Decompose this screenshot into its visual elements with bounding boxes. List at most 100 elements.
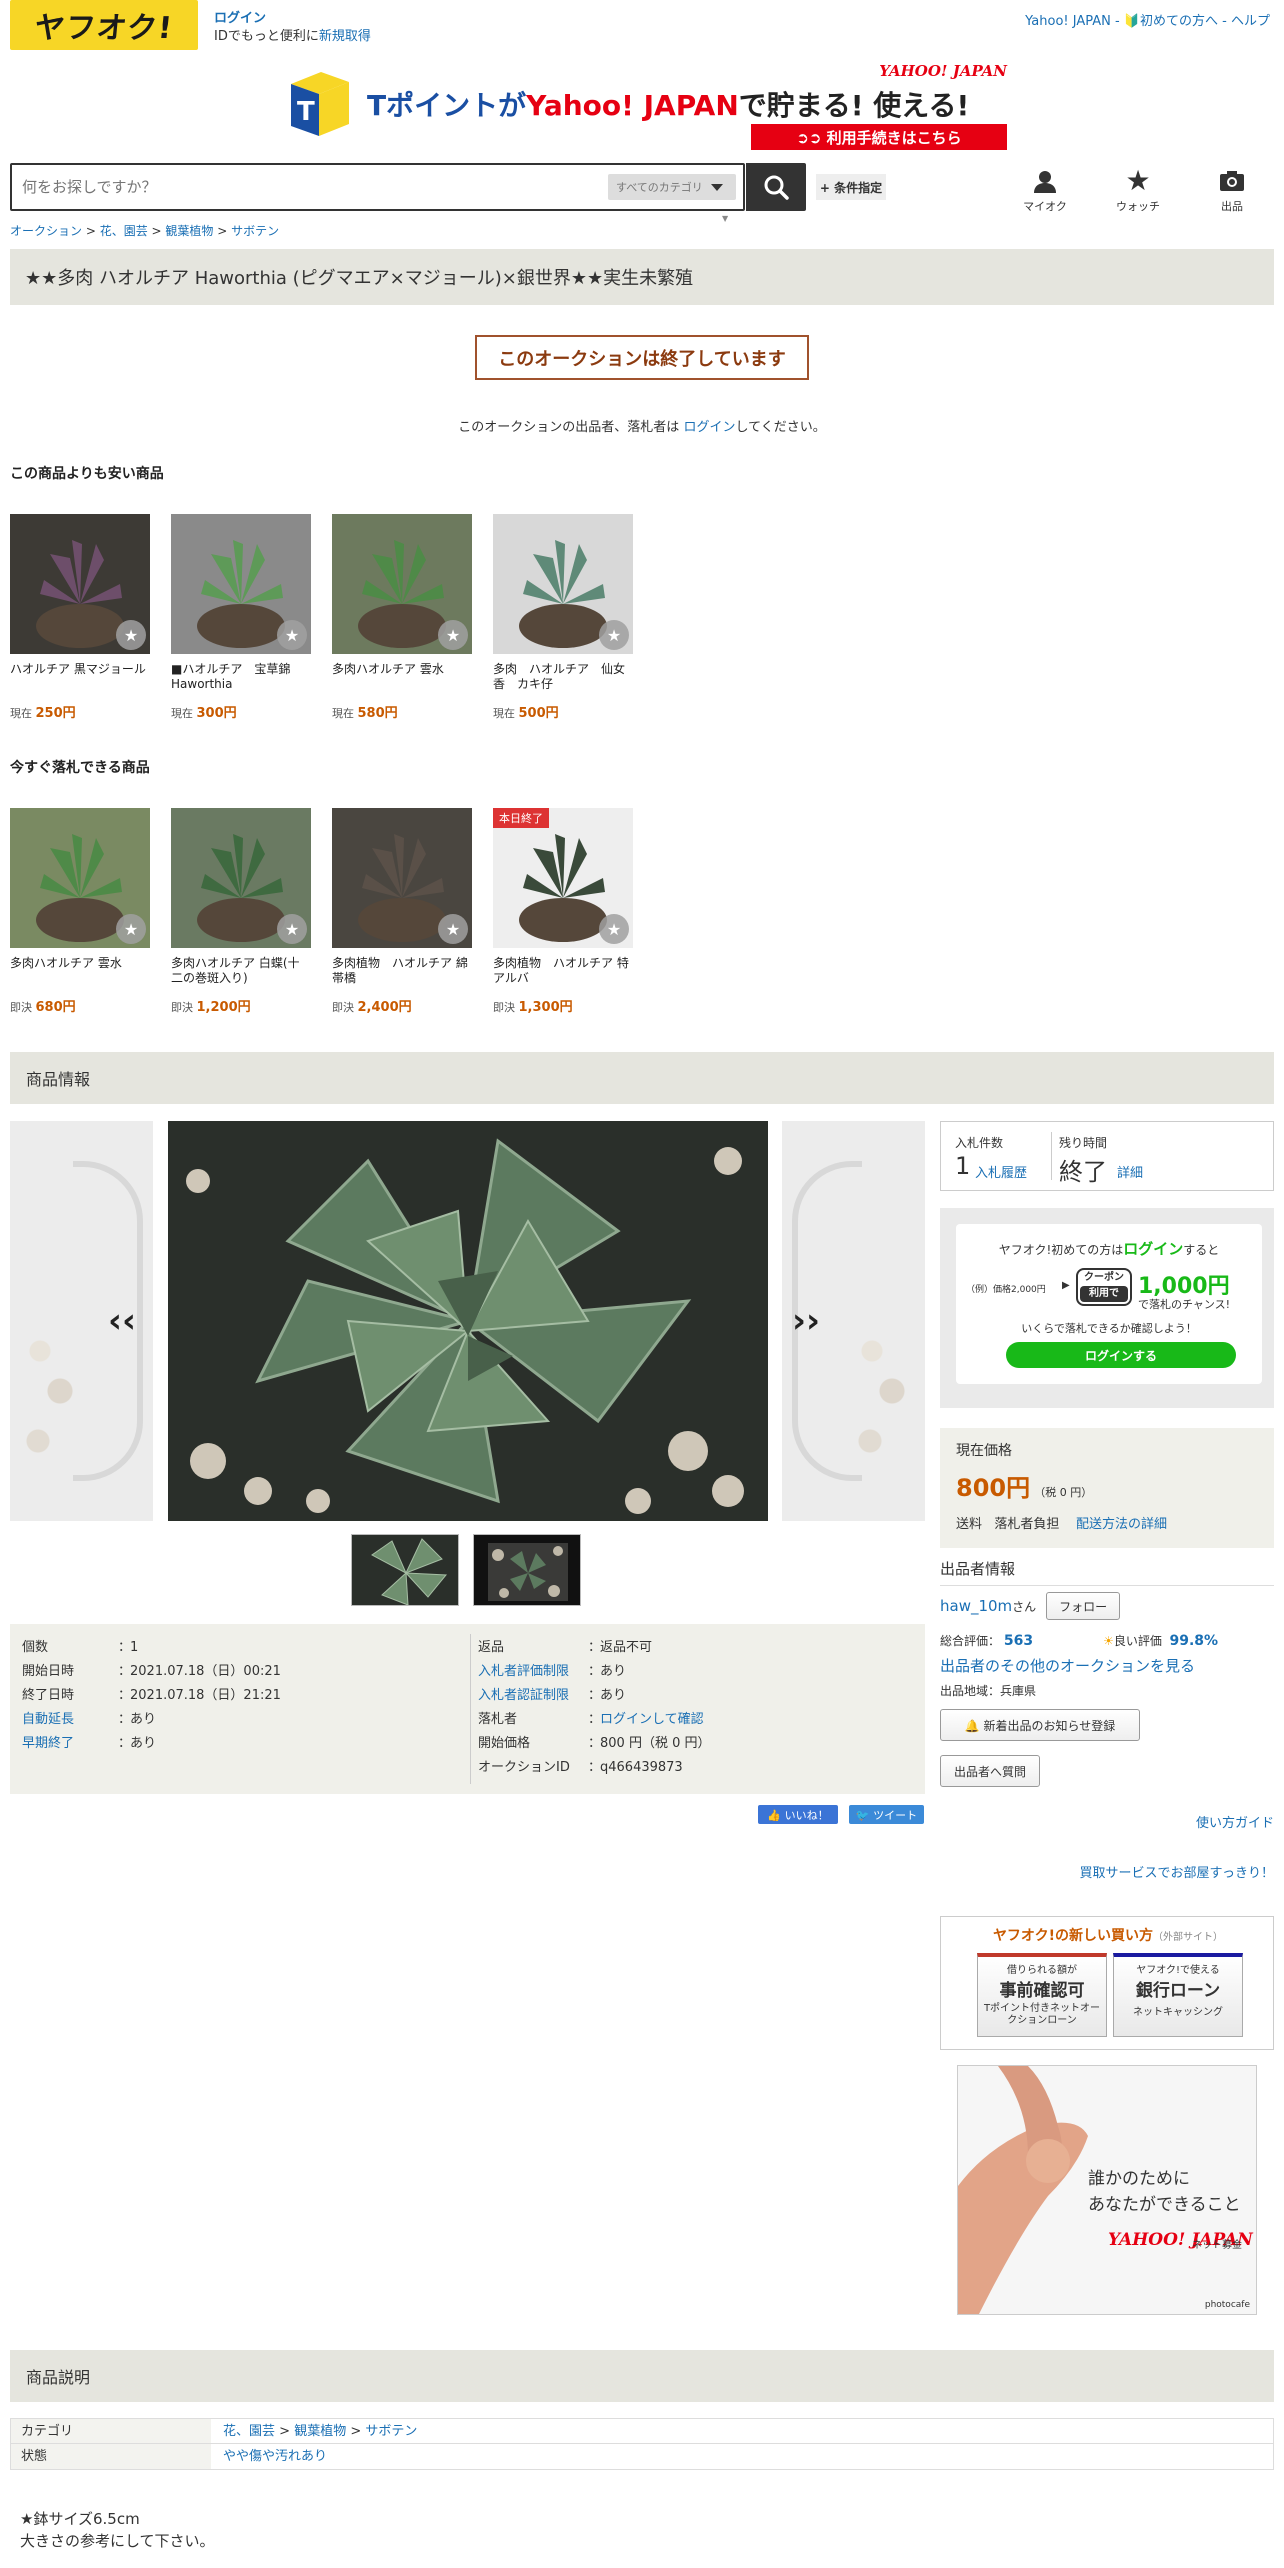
product-card[interactable]: ★ 多肉植物 ハオルチア 綿帯橋 即決 2,400円 — [332, 808, 472, 1015]
product-card[interactable]: ★ 本日終了 多肉植物 ハオルチア 特アルバ 即決 1,300円 — [493, 808, 633, 1015]
total-rating-link[interactable]: 563 — [1004, 1633, 1033, 1649]
product-name[interactable]: 多肉ハオルチア 雲水 — [10, 956, 150, 988]
image-thumbnail[interactable] — [351, 1534, 459, 1606]
watch-star-icon[interactable]: ★ — [277, 914, 307, 944]
watch-star-icon[interactable]: ★ — [599, 914, 629, 944]
login-message-link[interactable]: ログイン — [683, 420, 735, 435]
follow-button[interactable]: フォロー — [1046, 1592, 1121, 1620]
yahuoku-logo[interactable]: ヤフオク! — [10, 0, 198, 50]
spec-key[interactable]: 入札者評価制限 — [478, 1660, 588, 1684]
tweet-button[interactable]: 🐦 ツイート — [849, 1805, 924, 1824]
product-name[interactable]: 多肉ハオルチア 白蝶(十二の巻斑入り) — [171, 956, 311, 988]
product-price: 現在 250円 — [10, 702, 150, 721]
loan-precheck-card[interactable]: 借りられる額が 事前確認可 Tポイント付きネットオークションローン — [977, 1953, 1107, 2037]
buyback-service-link[interactable]: 買取サービスでお部屋すっきり！ — [1080, 1862, 1274, 1881]
category-select[interactable]: すべてのカテゴリ — [608, 174, 736, 200]
price-type: 現在 — [10, 707, 32, 720]
seller-other-auctions-link[interactable]: 出品者のその他のオークションを見る — [940, 1655, 1274, 1676]
search-button[interactable] — [746, 163, 806, 211]
spec-value: 2021.07.18（日）00:21 — [130, 1664, 281, 1679]
description-line: 大きさの参考にして下さい。 — [20, 2532, 215, 2550]
main-product-image[interactable] — [168, 1121, 768, 1521]
new-listing-notify-button[interactable]: 🔔 新着出品のお知らせ登録 — [940, 1709, 1140, 1741]
product-card[interactable]: ★ 多肉ハオルチア 白蝶(十二の巻斑入り) 即決 1,200円 — [171, 808, 311, 1015]
watch-star-icon[interactable]: ★ — [277, 620, 307, 650]
search-input[interactable] — [12, 165, 602, 209]
watch-star-icon[interactable]: ★ — [438, 620, 468, 650]
price-box: 現在価格 800円 （税 0 円） 送料 落札者負担 配送方法の詳細 — [940, 1428, 1274, 1548]
product-card[interactable]: ★ ハオルチア 黒マジョール 現在 250円 — [10, 514, 150, 721]
usage-guide-link[interactable]: 使い方ガイド — [1196, 1812, 1274, 1831]
product-card[interactable]: ★ 多肉 ハオルチア 仙女香 カキ仔 現在 500円 — [493, 514, 633, 721]
header-right-links[interactable]: Yahoo! JAPAN - 🔰初めての方へ - ヘルプ — [1025, 10, 1270, 29]
image-thumbnail[interactable] — [473, 1534, 581, 1606]
prev-arrow-icon[interactable]: ‹‹ — [108, 1301, 136, 1341]
facebook-like-button[interactable]: 👍 いいね！ — [758, 1805, 838, 1824]
charity-line1: 誰かのために — [1088, 2169, 1190, 2189]
charity-ad[interactable]: 誰かのために あなたができること YAHOO! JAPAN ネット募金 phot… — [957, 2065, 1257, 2315]
product-name[interactable]: ハオルチア 黒マジョール — [10, 662, 150, 694]
coupon-badge: クーポン 利用で — [1076, 1268, 1132, 1306]
conditions-button[interactable]: + 条件指定 — [816, 174, 886, 200]
table-row: 状態 やや傷や汚れあり — [11, 2444, 1273, 2469]
product-image[interactable]: ★ — [10, 808, 150, 948]
product-image[interactable]: ★ — [332, 514, 472, 654]
product-name[interactable]: 多肉植物 ハオルチア 綿帯橋 — [332, 956, 472, 988]
product-image[interactable]: ★ — [332, 808, 472, 948]
bank-loan-card[interactable]: ヤフオク!で使える 銀行ローン ネットキャッシング — [1113, 1953, 1243, 2037]
spec-value: 800 円（税 0 円） — [600, 1736, 711, 1751]
price-type: 即決 — [171, 1001, 193, 1014]
product-image[interactable]: ★ — [493, 514, 633, 654]
product-image[interactable]: ★ — [171, 514, 311, 654]
shipping-value: 落札者負担 — [994, 1517, 1060, 1532]
product-image[interactable]: ★ — [10, 514, 150, 654]
login-link[interactable]: ログイン — [214, 11, 266, 26]
product-name[interactable]: 多肉植物 ハオルチア 特アルバ — [493, 956, 633, 988]
watch-star-icon[interactable]: ★ — [438, 914, 468, 944]
breadcrumb-link[interactable]: 観葉植物 — [165, 224, 213, 238]
watch-star-icon[interactable]: ★ — [599, 620, 629, 650]
product-card[interactable]: ★ ■ハオルチア 宝草錦 Haworthia 現在 300円 — [171, 514, 311, 721]
signup-link[interactable]: 新規取得 — [319, 29, 371, 44]
next-arrow-icon[interactable]: ›› — [792, 1301, 820, 1341]
product-card[interactable]: ★ 多肉ハオルチア 雲水 即決 680円 — [10, 808, 150, 1015]
spec-value[interactable]: ログインして確認 — [600, 1708, 704, 1732]
product-name[interactable]: 多肉ハオルチア 雲水 — [332, 662, 472, 694]
header-login-area: ログイン IDでもっと便利に新規取得 — [214, 10, 371, 46]
breadcrumb-link[interactable]: 花、園芸 — [100, 224, 148, 238]
banner-cta-button[interactable]: ➲➲ 利用手続きはこちら — [751, 124, 1007, 150]
nav-sell[interactable]: 出品 — [1202, 168, 1262, 214]
product-name[interactable]: ■ハオルチア 宝草錦 Haworthia — [171, 662, 311, 694]
category-link[interactable]: サボテン — [365, 2424, 417, 2439]
bank-loan-sub: ネットキャッシング — [1133, 2007, 1223, 2018]
category-link[interactable]: 観葉植物 — [294, 2424, 346, 2439]
promo-login-button[interactable]: ログインする — [1006, 1342, 1236, 1368]
spec-key[interactable]: 自動延長 — [22, 1708, 118, 1732]
spec-colon: ： — [118, 1688, 132, 1703]
watch-star-icon[interactable]: ★ — [116, 620, 146, 650]
ask-seller-button[interactable]: 出品者へ質問 — [940, 1755, 1040, 1787]
category-link[interactable]: 花、園芸 — [223, 2424, 275, 2439]
nav-watch[interactable]: ★ ウォッチ — [1108, 167, 1168, 214]
spec-value: あり — [130, 1712, 157, 1727]
spec-colon: ： — [588, 1640, 602, 1655]
nav-sell-label: 出品 — [1221, 200, 1243, 213]
product-image[interactable]: ★ 本日終了 — [493, 808, 633, 948]
product-image[interactable]: ★ — [171, 808, 311, 948]
spec-key[interactable]: 入札者認証制限 — [478, 1684, 588, 1708]
breadcrumb-link[interactable]: オークション — [10, 224, 82, 238]
seller-name-link[interactable]: haw_10m — [940, 1597, 1012, 1615]
condition-link[interactable]: やや傷や汚れあり — [211, 2444, 327, 2469]
product-name[interactable]: 多肉 ハオルチア 仙女香 カキ仔 — [493, 662, 633, 694]
breadcrumb-link[interactable]: サボテン — [231, 224, 279, 238]
nav-myauc[interactable]: マイオク — [1015, 168, 1075, 214]
tpoint-banner[interactable]: T YAHOO! JAPAN TポイントがYahoo! JAPANで貯まる! 使… — [287, 62, 1007, 152]
watch-star-icon[interactable]: ★ — [116, 914, 146, 944]
product-price: 即決 680円 — [10, 996, 150, 1015]
bid-history-link[interactable]: 入札履歴 — [975, 1162, 1027, 1181]
breadcrumb: オークション > 花、園芸 > 観葉植物 > サボテン — [10, 224, 280, 238]
spec-key[interactable]: 早期終了 — [22, 1732, 118, 1756]
product-card[interactable]: ★ 多肉ハオルチア 雲水 現在 580円 — [332, 514, 472, 721]
detail-link[interactable]: 詳細 — [1117, 1162, 1143, 1181]
shipping-detail-link[interactable]: 配送方法の詳細 — [1076, 1517, 1167, 1532]
